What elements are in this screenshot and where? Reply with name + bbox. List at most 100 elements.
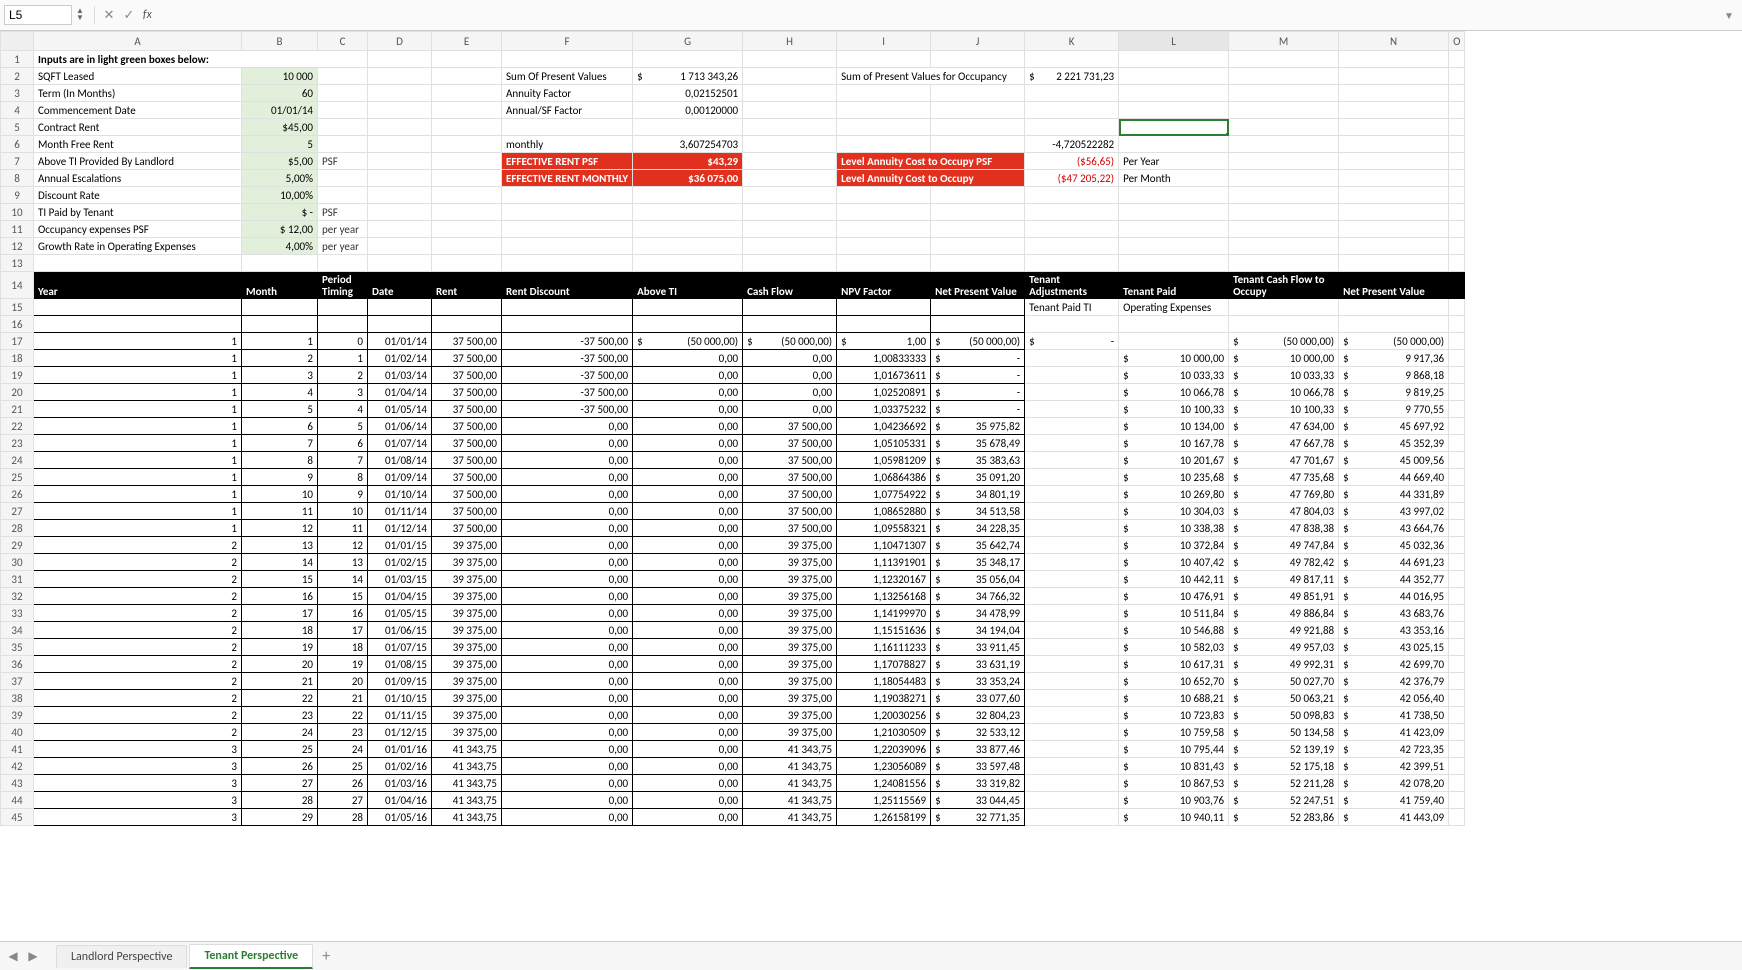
row-header-15[interactable]: 15 <box>1 299 34 316</box>
cell[interactable] <box>743 299 837 316</box>
cell-cf-occupy[interactable]: $47 701,67 <box>1229 452 1339 469</box>
cell-cf-occupy[interactable]: $52 247,51 <box>1229 792 1339 809</box>
cell-above-ti[interactable]: 0,00 <box>633 418 743 435</box>
cell[interactable] <box>1025 316 1119 333</box>
cell-rent[interactable]: 39 375,00 <box>432 622 502 639</box>
cell-npv[interactable]: $34 228,35 <box>931 520 1025 537</box>
cell-period[interactable]: 27 <box>318 792 368 809</box>
cell[interactable] <box>1229 255 1339 272</box>
cell-rent[interactable]: 37 500,00 <box>432 333 502 350</box>
cell-tenant-adj[interactable] <box>1025 792 1119 809</box>
cell-rent-disc[interactable]: 0,00 <box>502 622 633 639</box>
cell-npv[interactable]: $33 911,45 <box>931 639 1025 656</box>
cell-npv2[interactable]: $45 009,56 <box>1339 452 1449 469</box>
row-header-26[interactable]: 26 <box>1 486 34 503</box>
cell-tenant-adj[interactable] <box>1025 707 1119 724</box>
fx-icon[interactable]: fx <box>143 8 152 22</box>
cell[interactable] <box>633 238 743 255</box>
cell-cash-flow[interactable]: 39 375,00 <box>743 707 837 724</box>
cell-above-ti[interactable]: 0,00 <box>633 758 743 775</box>
cell-npv2[interactable]: $42 399,51 <box>1339 758 1449 775</box>
cell-rent[interactable]: 37 500,00 <box>432 401 502 418</box>
cell[interactable] <box>633 316 743 333</box>
row-header-29[interactable]: 29 <box>1 537 34 554</box>
cell-month[interactable]: 21 <box>242 673 318 690</box>
cell-op-exp[interactable]: $10 867,53 <box>1119 775 1229 792</box>
cell-period[interactable]: 9 <box>318 486 368 503</box>
cell-period[interactable]: 3 <box>318 384 368 401</box>
row-header-6[interactable]: 6 <box>1 136 34 153</box>
cell[interactable] <box>931 51 1025 68</box>
column-header-E[interactable]: E <box>432 32 502 51</box>
cell-date[interactable]: 01/01/16 <box>368 741 432 758</box>
cell-npv2[interactable]: $44 016,95 <box>1339 588 1449 605</box>
cell-cash-flow[interactable]: 37 500,00 <box>743 486 837 503</box>
cell-rent-disc[interactable]: 0,00 <box>502 588 633 605</box>
cell[interactable] <box>1229 119 1339 136</box>
cell-npv-factor[interactable]: 1,08652880 <box>837 503 931 520</box>
cell-rent[interactable]: 39 375,00 <box>432 605 502 622</box>
cell-year[interactable]: 1 <box>34 367 242 384</box>
cell-cf-occupy[interactable]: $10 066,78 <box>1229 384 1339 401</box>
cell-npv-factor[interactable]: 1,05105331 <box>837 435 931 452</box>
cell[interactable] <box>1119 316 1229 333</box>
cell-above-ti[interactable]: 0,00 <box>633 554 743 571</box>
cell-tenant-adj[interactable] <box>1025 809 1119 826</box>
cell-period[interactable]: 18 <box>318 639 368 656</box>
cell-year[interactable]: 1 <box>34 486 242 503</box>
cell-cf-occupy[interactable]: $50 027,70 <box>1229 673 1339 690</box>
cell[interactable] <box>318 316 368 333</box>
row-header-40[interactable]: 40 <box>1 724 34 741</box>
cell[interactable] <box>1339 204 1449 221</box>
cell-period[interactable]: 16 <box>318 605 368 622</box>
cell-cf-occupy[interactable]: $52 175,18 <box>1229 758 1339 775</box>
cell[interactable] <box>743 187 837 204</box>
cell-rent-disc[interactable]: 0,00 <box>502 792 633 809</box>
spreadsheet-grid[interactable]: ABCDEFGHIJKLMNO1Inputs are in light gree… <box>0 31 1742 947</box>
cell-op-exp[interactable]: $10 831,43 <box>1119 758 1229 775</box>
cell-cash-flow[interactable]: 41 343,75 <box>743 758 837 775</box>
cell-cf-occupy[interactable]: $49 992,31 <box>1229 656 1339 673</box>
cell-year[interactable]: 2 <box>34 707 242 724</box>
cell-tenant-adj[interactable] <box>1025 673 1119 690</box>
cell-npv-factor[interactable]: 1,26158199 <box>837 809 931 826</box>
cell-month[interactable]: 1 <box>242 333 318 350</box>
cell-npv-factor[interactable]: 1,18054483 <box>837 673 931 690</box>
cell-cf-occupy[interactable]: $49 957,03 <box>1229 639 1339 656</box>
cell-month[interactable]: 17 <box>242 605 318 622</box>
cell-cash-flow[interactable]: 39 375,00 <box>743 639 837 656</box>
input-value[interactable]: 10,00% <box>242 187 318 204</box>
cell-tenant-adj[interactable] <box>1025 350 1119 367</box>
cell-npv[interactable]: $33 319,82 <box>931 775 1025 792</box>
cell[interactable] <box>633 299 743 316</box>
cell[interactable] <box>432 221 502 238</box>
cancel-icon[interactable]: ✕ <box>101 8 117 23</box>
cell[interactable] <box>837 238 931 255</box>
cell-op-exp[interactable]: $10 795,44 <box>1119 741 1229 758</box>
cell-rent[interactable]: 39 375,00 <box>432 707 502 724</box>
cell[interactable] <box>432 238 502 255</box>
cell[interactable] <box>432 255 502 272</box>
cell-period[interactable]: 20 <box>318 673 368 690</box>
cell-period[interactable]: 21 <box>318 690 368 707</box>
row-header-13[interactable]: 13 <box>1 255 34 272</box>
cell-date[interactable]: 01/06/15 <box>368 622 432 639</box>
cell[interactable] <box>1229 51 1339 68</box>
cell[interactable] <box>502 316 633 333</box>
cell[interactable] <box>743 51 837 68</box>
cell-op-exp[interactable]: $10 167,78 <box>1119 435 1229 452</box>
cell-npv[interactable]: $35 348,17 <box>931 554 1025 571</box>
cell-rent-disc[interactable]: 0,00 <box>502 554 633 571</box>
cell[interactable] <box>1119 102 1229 119</box>
cell-npv-factor[interactable]: 1,01673611 <box>837 367 931 384</box>
cell-above-ti[interactable]: 0,00 <box>633 486 743 503</box>
cell-npv-factor[interactable]: 1,11391901 <box>837 554 931 571</box>
row-header-44[interactable]: 44 <box>1 792 34 809</box>
cell-above-ti[interactable]: 0,00 <box>633 639 743 656</box>
cell-cf-occupy[interactable]: $10 000,00 <box>1229 350 1339 367</box>
cell-cash-flow[interactable]: 39 375,00 <box>743 571 837 588</box>
cell-rent[interactable]: 39 375,00 <box>432 724 502 741</box>
cell-year[interactable]: 2 <box>34 588 242 605</box>
cell-date[interactable]: 01/05/16 <box>368 809 432 826</box>
cell-npv2[interactable]: $42 723,35 <box>1339 741 1449 758</box>
